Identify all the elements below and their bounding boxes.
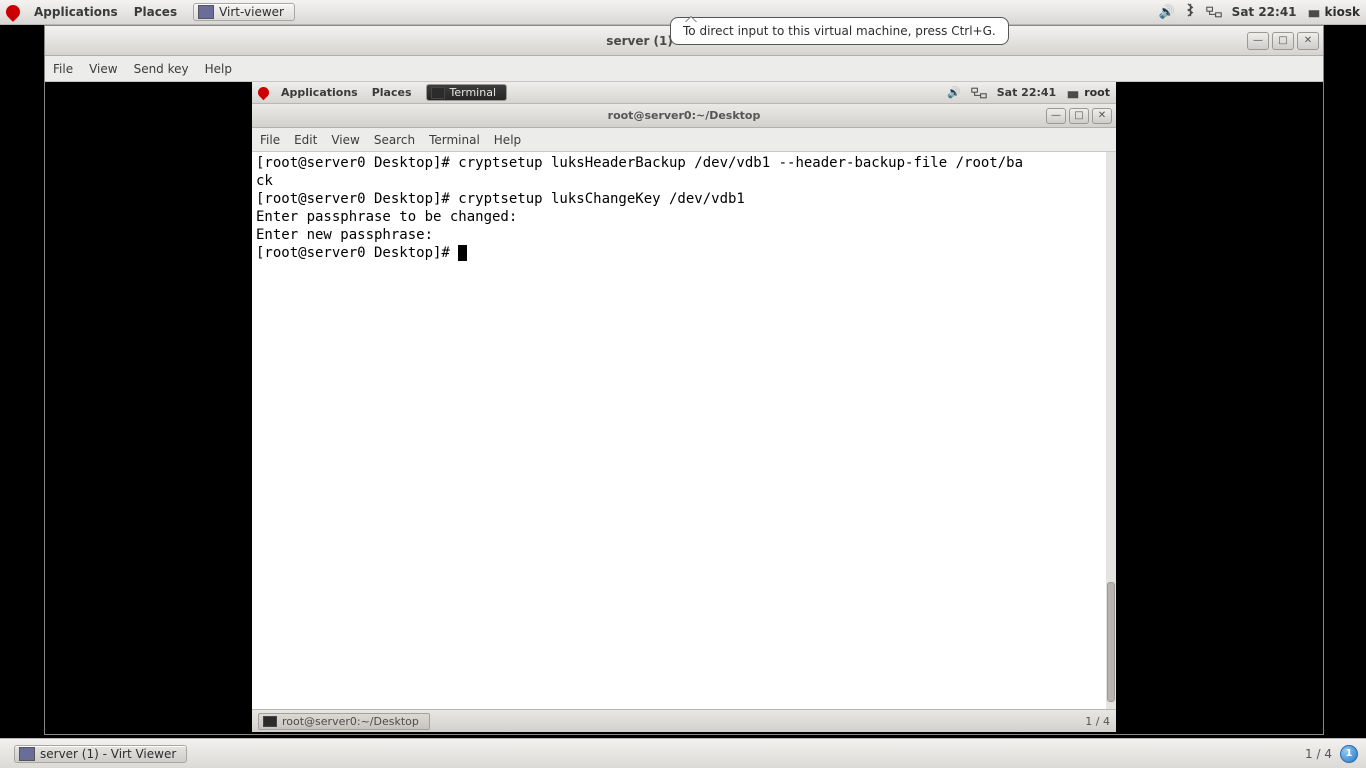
- places-menu[interactable]: Places: [128, 3, 183, 21]
- term-menu-edit[interactable]: Edit: [294, 133, 317, 147]
- terminal-cursor: [458, 245, 467, 261]
- menu-view[interactable]: View: [89, 62, 117, 76]
- terminal-menubar: File Edit View Search Terminal Help: [252, 128, 1116, 152]
- guest-running-app-label: Terminal: [450, 86, 497, 99]
- window-thumb-icon: [19, 747, 35, 761]
- vm-display[interactable]: Applications Places Terminal 🔊 Sat 22:41: [45, 82, 1323, 734]
- guest-clock[interactable]: Sat 22:41: [997, 86, 1056, 99]
- running-app-label: Virt-viewer: [219, 5, 284, 19]
- term-menu-search[interactable]: Search: [374, 133, 415, 147]
- guest-applications-menu[interactable]: Applications: [275, 84, 364, 101]
- terminal-thumb-icon: [263, 716, 277, 727]
- host-workspace-indicator[interactable]: 1 / 4: [1305, 747, 1332, 761]
- network-icon[interactable]: [1206, 5, 1222, 19]
- redhat-icon: [3, 2, 23, 22]
- terminal-scrollbar[interactable]: [1106, 152, 1116, 709]
- redhat-icon: [256, 85, 272, 101]
- guest-running-app-terminal[interactable]: Terminal: [426, 84, 508, 101]
- guest-user-label: root: [1084, 86, 1110, 99]
- virt-viewer-window: server (1) - Virt Viewer — □ ✕ File View…: [44, 25, 1324, 735]
- guest-volume-icon[interactable]: 🔊: [947, 86, 961, 99]
- guest-desktop: Applications Places Terminal 🔊 Sat 22:41: [252, 82, 1116, 732]
- terminal-titlebar[interactable]: root@server0:~/Desktop — □ ✕: [252, 104, 1116, 128]
- guest-top-panel: Applications Places Terminal 🔊 Sat 22:41: [252, 82, 1116, 104]
- close-button[interactable]: ✕: [1297, 32, 1319, 50]
- bluetooth-icon[interactable]: [1185, 3, 1196, 21]
- maximize-button[interactable]: □: [1272, 32, 1294, 50]
- term-menu-file[interactable]: File: [260, 133, 280, 147]
- host-task-label: server (1) - Virt Viewer: [40, 747, 176, 761]
- term-menu-help[interactable]: Help: [494, 133, 521, 147]
- host-taskbar-item[interactable]: server (1) - Virt Viewer: [14, 745, 187, 763]
- running-app-virt-viewer[interactable]: Virt-viewer: [193, 3, 295, 21]
- scrollbar-thumb[interactable]: [1107, 582, 1115, 702]
- user-indicator[interactable]: kiosk: [1307, 5, 1360, 19]
- menu-file[interactable]: File: [53, 62, 73, 76]
- workspace-badge[interactable]: 1: [1340, 745, 1358, 763]
- terminal-maximize-button[interactable]: □: [1069, 108, 1089, 124]
- term-menu-view[interactable]: View: [331, 133, 359, 147]
- input-grab-tooltip: To direct input to this virtual machine,…: [670, 17, 1009, 45]
- term-menu-terminal[interactable]: Terminal: [429, 133, 480, 147]
- applications-menu[interactable]: Applications: [28, 3, 124, 21]
- guest-places-menu[interactable]: Places: [366, 84, 418, 101]
- window-thumb-icon: [198, 5, 214, 19]
- terminal-title: root@server0:~/Desktop: [252, 109, 1116, 122]
- volume-icon[interactable]: 🔊: [1158, 5, 1174, 20]
- terminal-window: root@server0:~/Desktop — □ ✕ File Edit V…: [252, 104, 1116, 709]
- terminal-output[interactable]: [root@server0 Desktop]# cryptsetup luksH…: [252, 152, 1106, 709]
- clock[interactable]: Sat 22:41: [1232, 5, 1297, 19]
- virt-menubar: File View Send key Help: [45, 56, 1323, 82]
- menu-sendkey[interactable]: Send key: [134, 62, 189, 76]
- host-bottom-panel: server (1) - Virt Viewer 1 / 4 1: [0, 738, 1366, 768]
- guest-task-label: root@server0:~/Desktop: [282, 715, 419, 728]
- guest-workspace-indicator[interactable]: 1 / 4: [1085, 715, 1110, 728]
- guest-network-icon[interactable]: [971, 86, 987, 100]
- menu-help[interactable]: Help: [205, 62, 232, 76]
- user-label: kiosk: [1325, 5, 1360, 19]
- terminal-close-button[interactable]: ✕: [1092, 108, 1112, 124]
- minimize-button[interactable]: —: [1247, 32, 1269, 50]
- guest-user-indicator[interactable]: root: [1066, 86, 1110, 100]
- guest-bottom-panel: root@server0:~/Desktop 1 / 4: [252, 709, 1116, 732]
- terminal-minimize-button[interactable]: —: [1046, 108, 1066, 124]
- guest-taskbar-item[interactable]: root@server0:~/Desktop: [258, 713, 430, 730]
- terminal-thumb-icon: [431, 87, 445, 99]
